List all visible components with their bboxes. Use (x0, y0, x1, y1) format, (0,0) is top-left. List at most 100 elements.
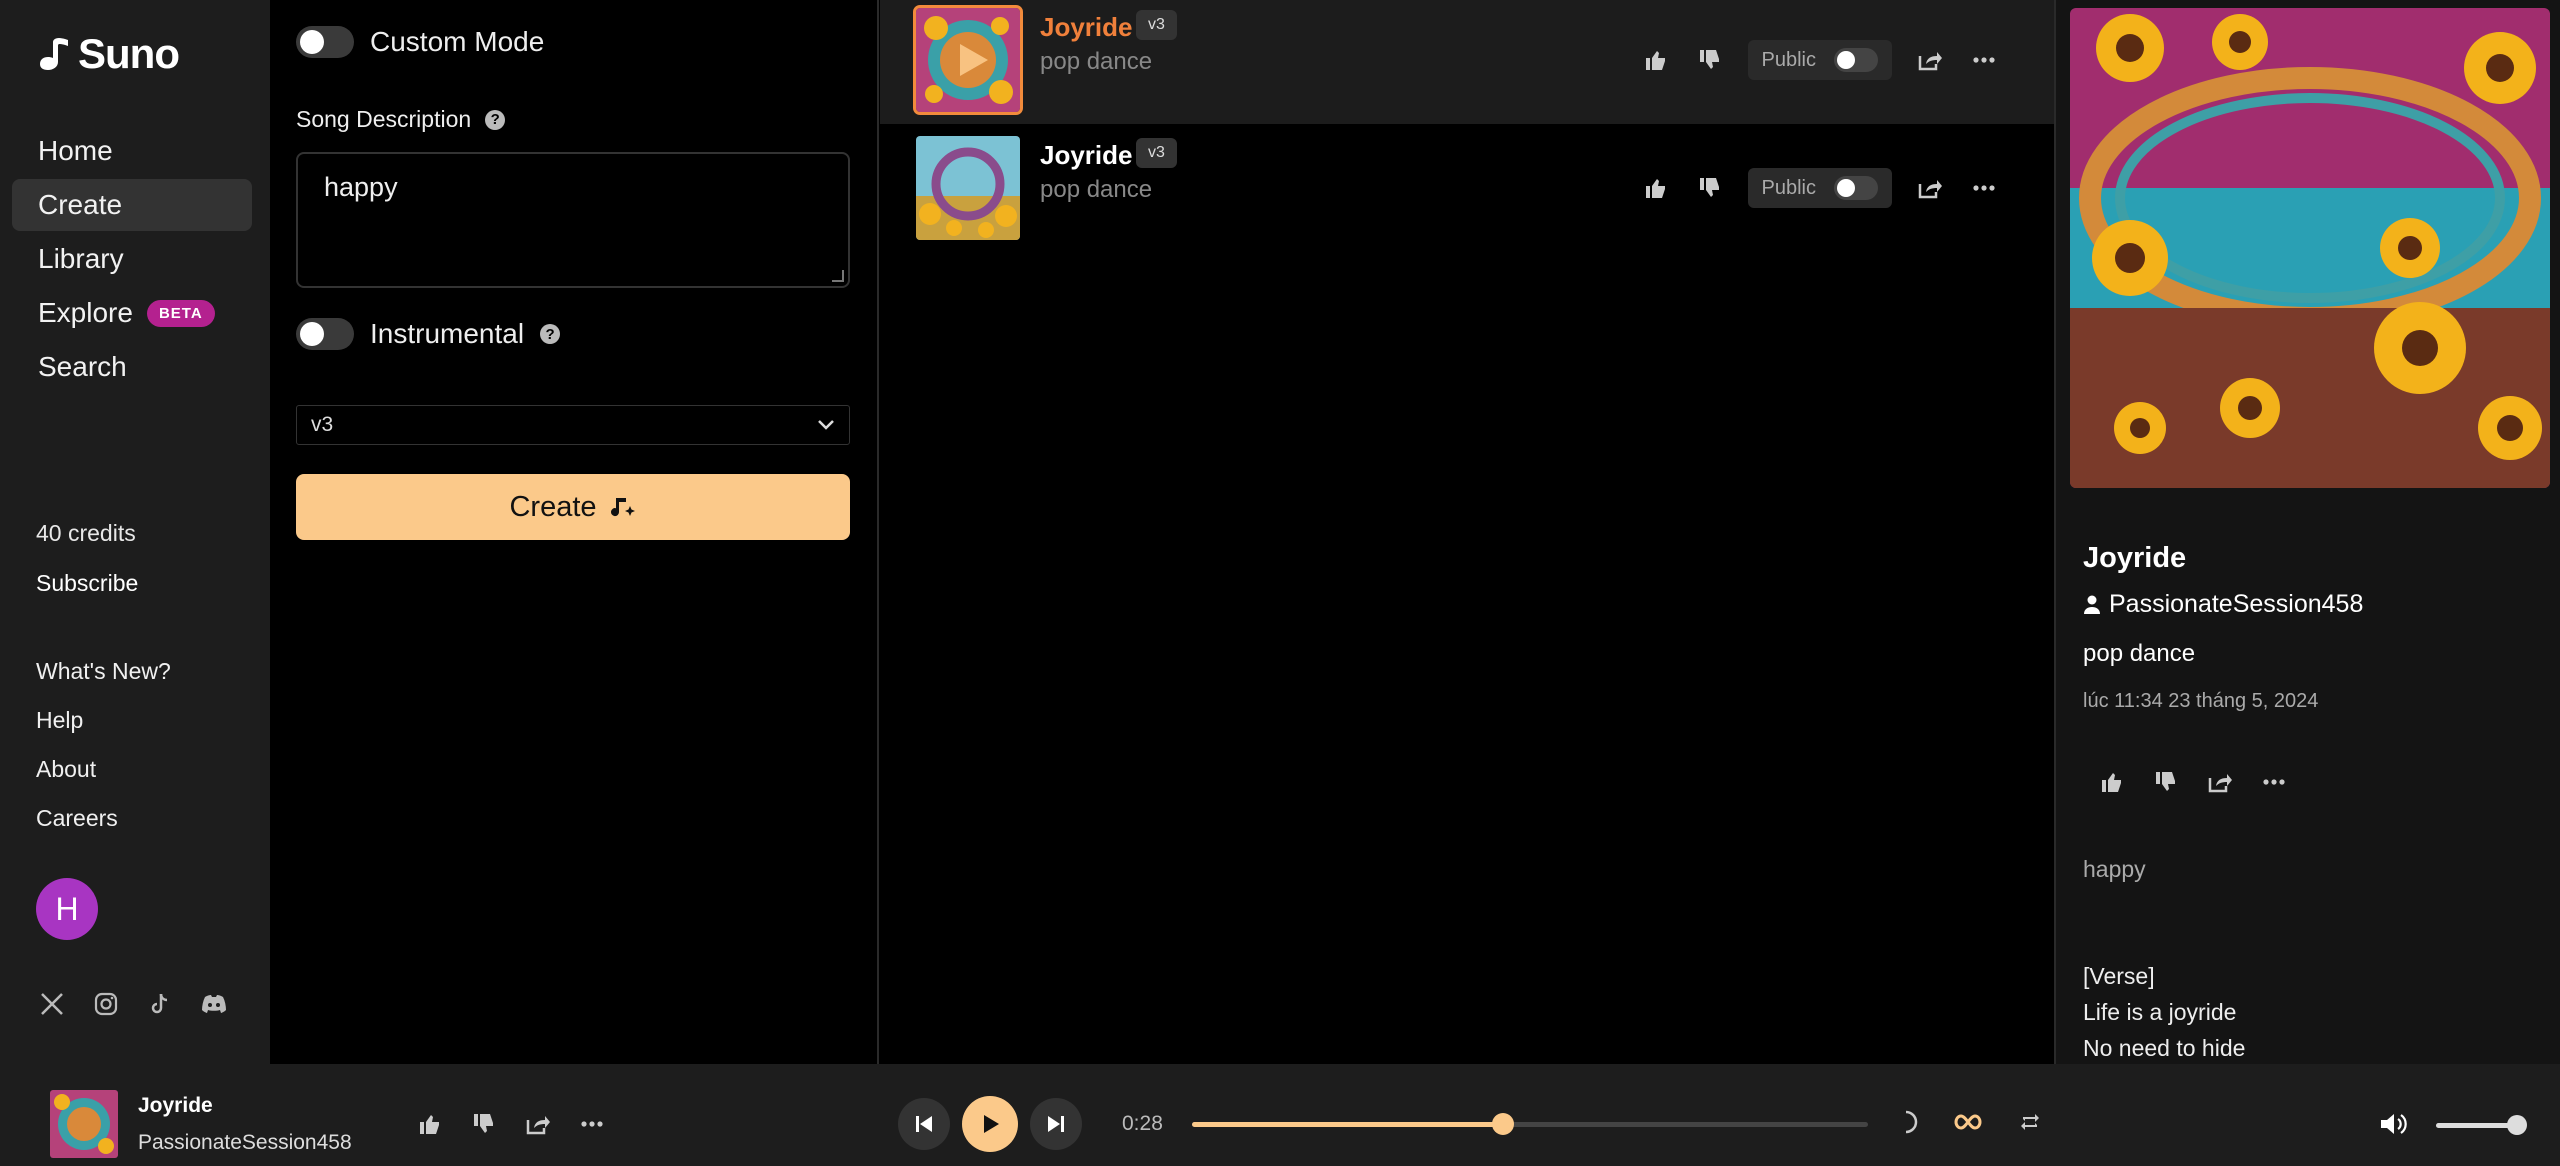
song-cover-thumbnail[interactable] (916, 136, 1020, 240)
user-avatar[interactable]: H (36, 878, 98, 940)
share-icon[interactable] (2204, 766, 2236, 798)
careers-link[interactable]: Careers (36, 805, 171, 854)
thumbs-down-icon[interactable] (1694, 172, 1726, 204)
song-detail-panel: Joyride PassionateSession458 pop dance l… (2056, 0, 2560, 1064)
song-style: pop dance (1040, 48, 1153, 75)
player-actions (414, 1108, 608, 1140)
thumbs-down-icon[interactable] (468, 1108, 500, 1140)
detail-user[interactable]: PassionateSession458 (2083, 590, 2363, 619)
help-icon[interactable]: ? (540, 324, 561, 344)
nav-item-library[interactable]: Library (12, 233, 252, 285)
player-extra-controls (1890, 1106, 2046, 1138)
nav-item-create[interactable]: Create (12, 179, 252, 231)
detail-style: pop dance (2083, 640, 2196, 667)
nav-item-home[interactable]: Home (12, 125, 252, 177)
suno-logo-icon (40, 38, 68, 70)
custom-mode-row: Custom Mode (296, 26, 544, 58)
skip-forward-icon (1048, 1116, 1064, 1132)
detail-song-title: Joyride (2083, 542, 2187, 574)
song-row[interactable]: Joyride v3 pop dance Public (880, 0, 2056, 124)
model-version-select[interactable]: v3 (296, 405, 850, 445)
detail-prompt: happy (2083, 856, 2146, 882)
thumbs-up-icon[interactable] (2096, 766, 2128, 798)
nav-item-search[interactable]: Search (12, 341, 252, 393)
public-toggle[interactable]: Public (1747, 168, 1892, 208)
player-bar: Joyride PassionateSession458 0:28 (0, 1064, 2560, 1166)
song-cover-thumbnail[interactable] (913, 5, 1023, 115)
song-row[interactable]: Joyride v3 pop dance Public (880, 126, 2056, 250)
discord-icon[interactable] (198, 988, 230, 1020)
thumbs-up-icon[interactable] (1640, 172, 1672, 204)
instrumental-toggle[interactable] (296, 318, 354, 350)
version-badge: v3 (1136, 10, 1177, 40)
song-style: pop dance (1040, 176, 1153, 203)
custom-mode-label: Custom Mode (370, 26, 545, 57)
song-description-label: Song Description ? (296, 106, 506, 133)
instrumental-label: Instrumental (370, 318, 525, 349)
share-icon[interactable] (1914, 44, 1946, 76)
loading-spinner-icon (1890, 1106, 1922, 1138)
subscribe-link[interactable]: Subscribe (36, 570, 138, 597)
more-icon[interactable] (1968, 172, 2000, 204)
song-title[interactable]: Joyride (1040, 140, 1133, 171)
help-icon[interactable]: ? (485, 109, 506, 130)
whats-new-link[interactable]: What's New? (36, 658, 171, 707)
more-icon[interactable] (1968, 44, 2000, 76)
volume-slider[interactable] (2436, 1115, 2527, 1135)
detail-username[interactable]: PassionateSession458 (2109, 590, 2363, 619)
help-link[interactable]: Help (36, 707, 171, 756)
previous-button[interactable] (898, 1098, 950, 1150)
play-button[interactable] (962, 1096, 1018, 1152)
share-icon[interactable] (1914, 172, 1946, 204)
logo-text: Suno (78, 30, 180, 77)
lyrics-line: Life is a joyride (2083, 999, 2237, 1025)
main-nav: Home Create Library Explore BETA Search (12, 125, 252, 395)
suno-app: Suno Home Create Library Explore BETA Sea… (0, 0, 2560, 1166)
user-icon (2084, 595, 2100, 614)
volume-icon[interactable] (2378, 1108, 2410, 1140)
footer-links: What's New? Help About Careers (36, 658, 171, 854)
nav-label: Home (38, 135, 113, 166)
player-song-title[interactable]: Joyride (138, 1094, 213, 1118)
public-label: Public (1761, 48, 1816, 71)
nav-label: Create (38, 189, 123, 220)
song-description-input[interactable]: happy (296, 152, 850, 288)
detail-date: lúc 11:34 23 tháng 5, 2024 (2083, 690, 2319, 712)
public-switch[interactable] (1834, 176, 1878, 200)
instagram-icon[interactable] (90, 988, 122, 1020)
repeat-icon[interactable] (2014, 1106, 2046, 1138)
next-button[interactable] (1030, 1098, 1082, 1150)
progress-handle[interactable] (1491, 1113, 1514, 1135)
create-panel: Custom Mode Song Description ? happy Ins… (270, 0, 878, 1064)
thumbs-up-icon[interactable] (414, 1108, 446, 1140)
more-icon[interactable] (2258, 766, 2290, 798)
tiktok-icon[interactable] (144, 988, 176, 1020)
x-icon[interactable] (36, 988, 68, 1020)
suno-logo[interactable]: Suno (36, 30, 180, 78)
public-switch[interactable] (1834, 48, 1878, 72)
public-toggle[interactable]: Public (1747, 40, 1892, 80)
thumbs-down-icon[interactable] (1694, 44, 1726, 76)
about-link[interactable]: About (36, 756, 171, 805)
nav-item-explore[interactable]: Explore BETA (12, 287, 252, 339)
divider (877, 0, 879, 1064)
player-cover-thumbnail[interactable] (50, 1090, 118, 1158)
beta-badge: BETA (146, 299, 215, 327)
credits-count: 40 credits (36, 520, 136, 546)
detail-actions (2096, 766, 2290, 798)
share-icon[interactable] (522, 1108, 554, 1140)
player-artist[interactable]: PassionateSession458 (138, 1131, 352, 1155)
song-title[interactable]: Joyride (1040, 12, 1133, 43)
create-button[interactable]: Create (296, 474, 850, 540)
thumbs-up-icon[interactable] (1640, 44, 1672, 76)
custom-mode-toggle[interactable] (296, 26, 354, 58)
more-icon[interactable] (576, 1108, 608, 1140)
volume-handle[interactable] (2507, 1115, 2527, 1135)
song-cover-image (2070, 8, 2550, 488)
progress-bar[interactable] (1192, 1113, 1868, 1135)
thumbs-down-icon[interactable] (2150, 766, 2182, 798)
infinity-loop-icon[interactable] (1952, 1106, 1984, 1138)
play-icon (984, 1115, 999, 1133)
song-row-actions: Public (1640, 40, 2000, 80)
progress-fill (1192, 1122, 1503, 1127)
